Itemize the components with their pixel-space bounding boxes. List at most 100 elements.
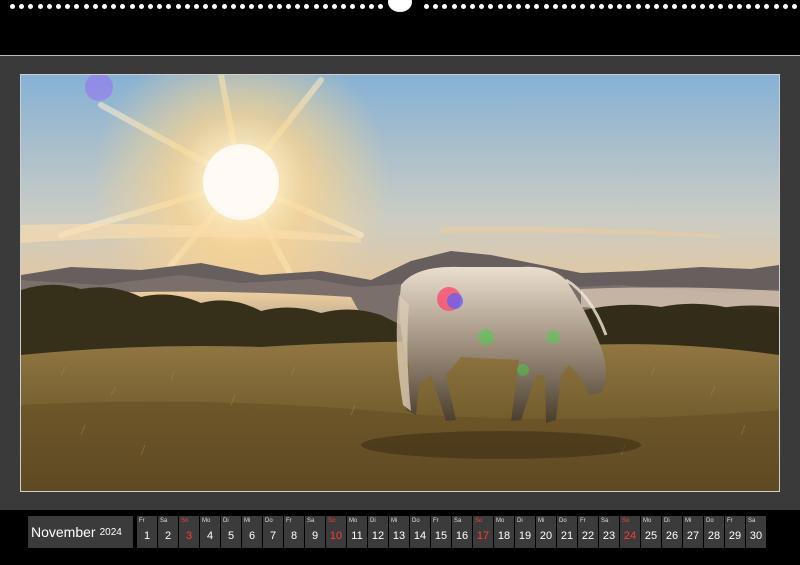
day-cell: So 24 [620,516,640,548]
day-cell: So 10 [326,516,346,548]
day-cell: Mi 13 [389,516,409,548]
day-cell: Sa 9 [305,516,325,548]
day-number: 18 [497,530,511,542]
binding-hole [690,4,696,9]
binding-hole [157,4,163,9]
day-number: 14 [413,530,427,542]
binding-hole [120,4,126,9]
binding-hole [249,4,255,9]
binding-hole [792,4,797,9]
day-number: 4 [206,530,214,542]
year: 2024 [99,526,122,538]
weekday-label: Mi [538,518,545,524]
binding-hole [470,4,475,9]
month-name: November [31,524,96,540]
binding-hole [240,4,245,9]
binding-hole [203,4,209,9]
weekday-label: Fr [286,518,292,524]
day-number: 25 [644,530,658,542]
binding-hole [65,4,71,9]
day-number: 11 [351,530,363,542]
binding-hole [230,4,236,9]
weekday-label: Mi [244,518,251,524]
weekday-label: Fr [433,518,439,524]
binding-hole [589,4,595,9]
binding-hole [497,4,503,9]
weekday-label: Sa [160,518,168,524]
day-cell: Di 5 [221,516,241,548]
binding-hole [534,4,540,9]
day-cells: Fr 1 Sa 2 So 3 Mo 4 Di 5 Mi 6 Do 7 Fr 8 Sa 9 So 10 Mo 11 Di 12 M… [137,516,766,548]
binding-hole [626,4,632,9]
day-number: 22 [581,530,595,542]
binding-hole [672,4,678,9]
weekday-label: Sa [454,518,462,524]
day-number: 15 [434,530,448,542]
binding-hole [221,4,227,9]
binding-hole [718,4,724,9]
day-number: 2 [164,530,172,542]
weekday-label: Fr [139,518,145,524]
binding-hole [782,4,788,9]
binding-hole [138,4,144,9]
binding-hole [562,4,567,9]
binding-hole [111,4,117,9]
binding-hole [19,4,25,9]
binding-hole [516,4,521,9]
weekday-label: Sa [748,518,756,524]
weekday-label: Mo [202,518,211,524]
binding-hole [378,4,383,9]
binding-hole [46,4,52,9]
binding-hole [10,4,15,9]
day-cell: Di 12 [368,516,388,548]
weekday-label: Mo [496,518,505,524]
weekday-label: Mo [643,518,652,524]
weekday-label: Do [265,518,273,524]
binding-hole [166,4,172,9]
day-number: 7 [269,530,277,542]
weekday-label: Mo [349,518,358,524]
binding-hole [608,4,613,9]
binding-hole [286,4,291,9]
day-cell: So 3 [179,516,199,548]
weekday-label: Sa [307,518,315,524]
binding-hole [424,4,429,9]
binding-hole [525,4,531,9]
day-number: 13 [392,530,406,542]
weekday-label: Sa [601,518,609,524]
binding-hole [571,4,577,9]
calendar-strip: November 2024 Fr 1 Sa 2 So 3 Mo 4 Di 5 Mi 6 Do 7 Fr 8 Sa… [0,510,800,565]
binding-hole [368,4,374,9]
binding-hole [129,4,135,9]
binding-hole [654,4,659,9]
binding-hole [433,4,439,9]
binding-hole [332,4,337,9]
binding-hole [184,4,190,9]
day-cell: Fr 8 [284,516,304,548]
day-cell: Sa 2 [158,516,178,548]
weekday-label: So [475,518,483,524]
day-cell: Mo 4 [200,516,220,548]
day-number: 23 [602,530,616,542]
day-number: 8 [290,530,298,542]
day-number: 28 [707,530,721,542]
weekday-label: Di [664,518,670,524]
binding-hole [460,4,466,9]
binding-hole [598,4,604,9]
day-number: 6 [248,530,256,542]
binding-hole [267,4,273,9]
month-label: November 2024 [28,516,133,548]
binding-hole [28,4,34,9]
weekday-label: Di [370,518,376,524]
binding-hole [56,4,61,9]
day-cell: Mi 20 [536,516,556,548]
spiral-binding [0,0,800,14]
day-number: 26 [665,530,679,542]
landscape-photo-horse-at-sunrise [20,74,780,492]
binding-hole [322,4,328,9]
day-cell: Mo 25 [641,516,661,548]
weekday-label: Mi [685,518,692,524]
binding-hole [194,4,199,9]
binding-hole [644,4,650,9]
day-cell: Mi 27 [683,516,703,548]
